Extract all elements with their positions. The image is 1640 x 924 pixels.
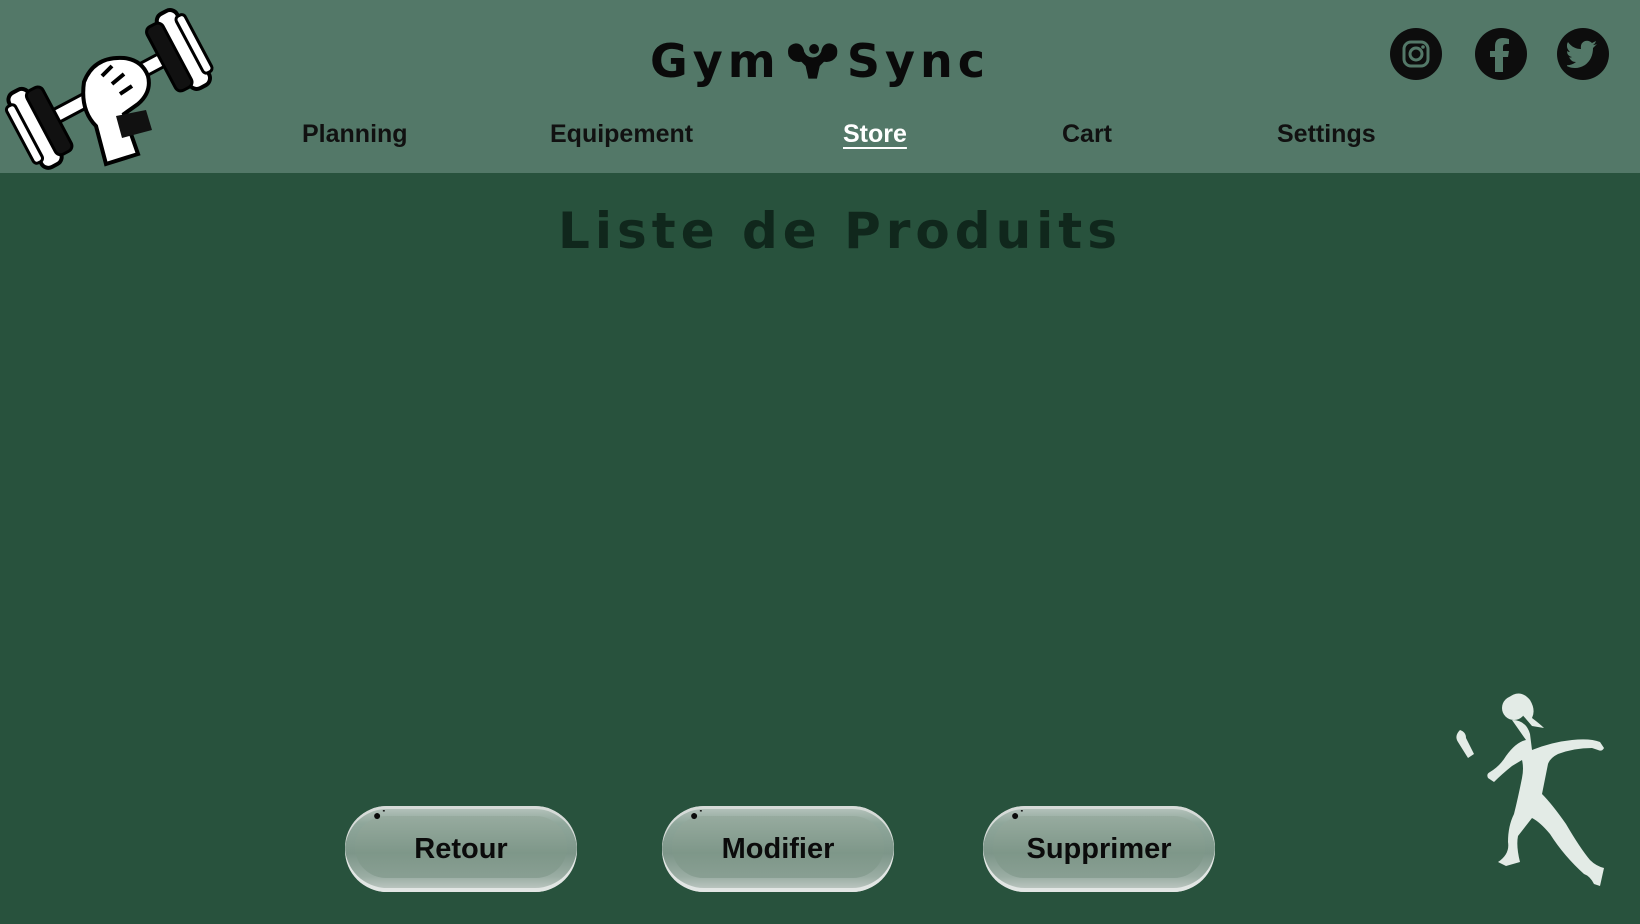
- runner-silhouette-icon: [1456, 693, 1604, 886]
- flexing-arms-icon: [787, 43, 838, 79]
- nav-store[interactable]: Store: [843, 120, 907, 160]
- dumbbell-logo-icon: [4, 8, 214, 170]
- brand-left-text: Gym: [650, 34, 781, 88]
- header-bar: Gym Sync Planning Equipement Store Cart …: [0, 0, 1640, 173]
- button-dot-decoration: ●˙: [690, 807, 704, 823]
- delete-button[interactable]: ●˙ Supprimer: [983, 806, 1215, 892]
- brand-title[interactable]: Gym Sync: [650, 26, 990, 96]
- twitter-icon[interactable]: [1557, 28, 1609, 80]
- nav-equipement[interactable]: Equipement: [550, 120, 693, 160]
- instagram-icon[interactable]: [1390, 28, 1442, 80]
- nav-planning[interactable]: Planning: [302, 120, 408, 160]
- button-dot-decoration: ●˙: [373, 807, 387, 823]
- nav-cart[interactable]: Cart: [1062, 120, 1112, 160]
- back-button[interactable]: ●˙ Retour: [345, 806, 577, 892]
- edit-button-label: Modifier: [721, 832, 835, 865]
- brand-right-text: Sync: [846, 34, 990, 88]
- edit-button[interactable]: ●˙ Modifier: [662, 806, 894, 892]
- back-button-label: Retour: [414, 832, 508, 865]
- delete-button-label: Supprimer: [1026, 832, 1172, 865]
- page-title: Liste de Produits: [558, 202, 1122, 260]
- button-dot-decoration: ●˙: [1011, 807, 1025, 823]
- nav-settings[interactable]: Settings: [1277, 120, 1376, 160]
- facebook-icon[interactable]: [1475, 28, 1527, 80]
